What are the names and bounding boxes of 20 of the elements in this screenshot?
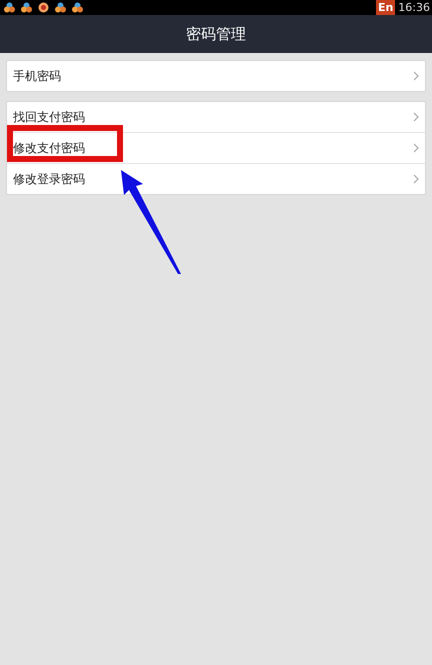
page-title: 密码管理 xyxy=(186,24,246,44)
clock: 16:36 xyxy=(397,1,431,14)
chevron-icon xyxy=(413,143,419,153)
app-icon xyxy=(21,2,32,13)
item-label: 修改登录密码 xyxy=(13,170,85,188)
list-item[interactable]: 找回支付密码 xyxy=(7,102,425,132)
chevron-icon xyxy=(413,71,419,81)
list-item[interactable]: 修改登录密码 xyxy=(7,163,425,194)
app-icon xyxy=(38,2,49,13)
app-icon xyxy=(55,2,66,13)
list-item[interactable]: 修改支付密码 xyxy=(7,132,425,163)
item-label: 手机密码 xyxy=(13,68,61,84)
keyboard-indicator: En xyxy=(376,0,396,15)
item-label: 修改支付密码 xyxy=(13,140,85,156)
chevron-icon xyxy=(413,174,419,184)
item-label: 找回支付密码 xyxy=(13,108,85,126)
app-icon xyxy=(4,2,15,13)
app-icon xyxy=(72,2,83,13)
chevron-icon xyxy=(413,112,419,122)
list-item[interactable]: 手机密码 xyxy=(7,61,425,91)
